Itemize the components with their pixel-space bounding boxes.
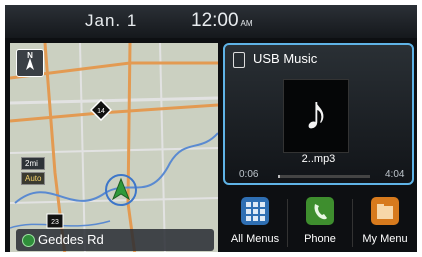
usb-icon [233, 52, 245, 68]
playback-progress[interactable] [278, 175, 370, 178]
phone-button[interactable]: Phone [288, 189, 352, 252]
compass-button[interactable]: N [16, 49, 44, 77]
grid-icon [241, 197, 269, 225]
my-menu-button[interactable]: My Menu [353, 189, 417, 252]
quick-menu-dock: All Menus Phone My Menu [223, 189, 417, 252]
folder-icon [371, 197, 399, 225]
current-street-name: Geddes Rd [38, 232, 104, 247]
phone-label: Phone [304, 233, 336, 245]
status-bar: Jan. 1 12:00 AM [5, 5, 417, 38]
total-time: 4:04 [385, 169, 405, 180]
all-menus-label: All Menus [230, 233, 280, 245]
track-file-name: 2..mp3 [301, 153, 336, 165]
compass-label: N [27, 51, 33, 60]
scale-distance: 2mi [21, 157, 46, 170]
music-source-title: USB Music [253, 51, 318, 66]
current-street-bar: Geddes Rd [16, 229, 214, 251]
phone-icon [306, 197, 334, 225]
scale-mode: Auto [21, 172, 46, 185]
date-display: Jan. 1 [85, 11, 138, 30]
vehicle-position-icon [105, 174, 137, 206]
clock-display: 12:00 AM [191, 10, 253, 32]
clock-time: 12:00 [191, 10, 239, 31]
route-shield-23-label: 23 [51, 219, 59, 226]
all-menus-button[interactable]: All Menus [223, 189, 287, 252]
map-scale[interactable]: 2mi Auto [21, 157, 46, 185]
route-shield-14: 14 [90, 99, 112, 121]
route-shield-23: 23 [46, 213, 64, 229]
elapsed-time: 0:06 [239, 169, 259, 180]
music-note-icon: ♪ [304, 87, 328, 140]
my-menu-label: My Menu [362, 233, 408, 245]
album-art: ♪ [283, 79, 349, 153]
navigation-map[interactable]: N 14 23 2mi Auto Geddes Rd [10, 43, 218, 252]
usb-music-widget[interactable]: USB Music ♪ 2..mp3 0:06 4:04 [223, 43, 414, 185]
playback-progress-fill [278, 175, 281, 178]
route-shield-14-label: 14 [97, 108, 105, 115]
head-unit-screen: Jan. 1 12:00 AM N 14 23 2mi Auto Geddes … [5, 5, 417, 252]
clock-ampm: AM [240, 19, 253, 28]
location-dot-icon [22, 234, 35, 247]
